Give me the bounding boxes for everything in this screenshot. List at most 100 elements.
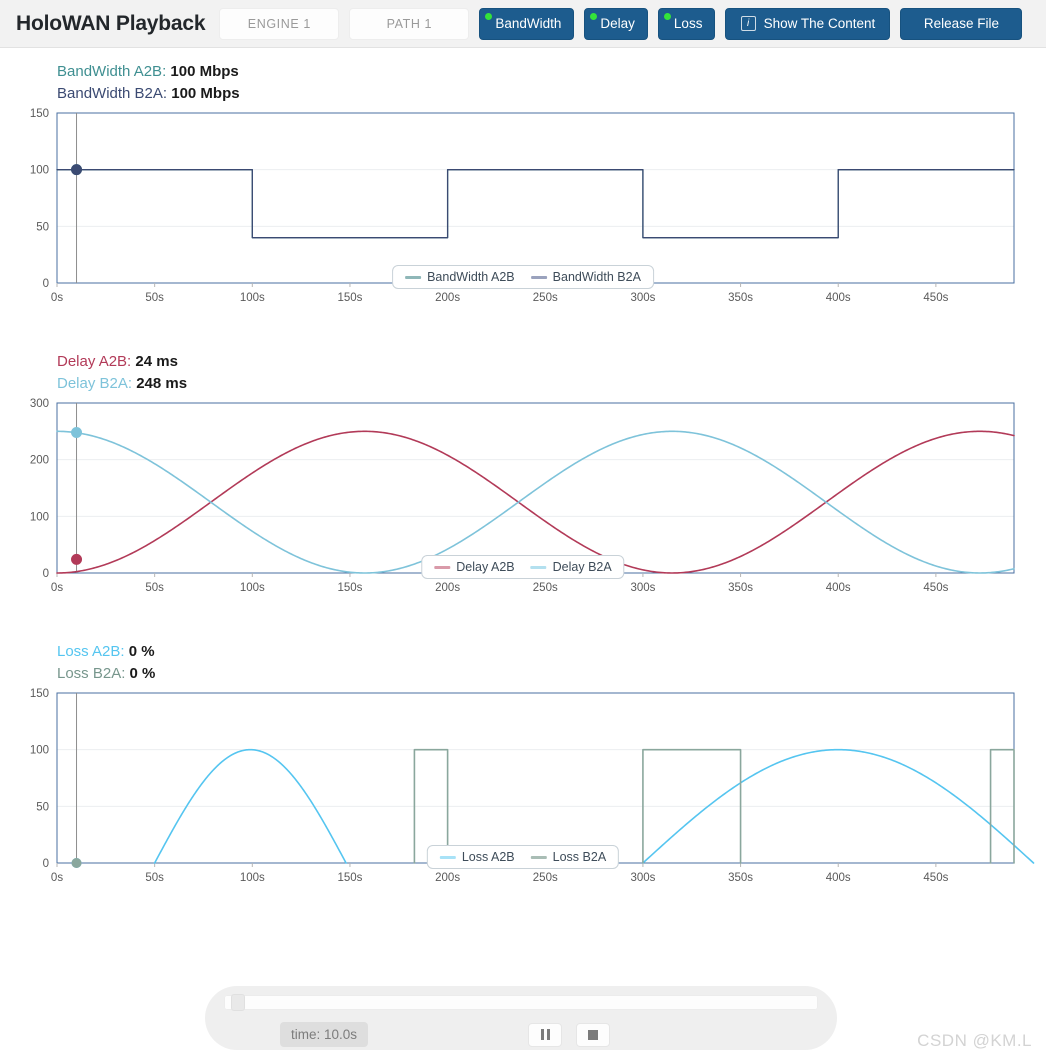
bandwidth-b2a-label: BandWidth B2A: xyxy=(57,85,168,102)
svg-text:50s: 50s xyxy=(145,872,164,881)
svg-text:200s: 200s xyxy=(435,582,460,591)
app-header: HoloWAN Playback ENGINE 1 PATH 1 BandWid… xyxy=(0,0,1046,48)
delay-toggle-label: Delay xyxy=(600,16,635,31)
legend-item-loss-b2a: Loss B2A xyxy=(530,850,607,864)
playback-buttons-row: time: 10.0s xyxy=(224,1022,818,1047)
bandwidth-panel: BandWidth A2B: 100 Mbps BandWidth B2A: 1… xyxy=(0,61,1046,301)
svg-text:100s: 100s xyxy=(240,582,265,591)
status-dot-icon xyxy=(485,12,493,20)
delay-readout: Delay A2B: 24 ms Delay B2A: 248 ms xyxy=(0,351,1046,395)
playback-slider-handle[interactable] xyxy=(230,994,245,1011)
legend-swatch-icon xyxy=(530,565,547,569)
svg-text:100s: 100s xyxy=(240,872,265,881)
legend-label: BandWidth B2A xyxy=(552,270,641,284)
svg-text:350s: 350s xyxy=(728,582,753,591)
path-selector[interactable]: PATH 1 xyxy=(349,7,470,40)
svg-text:150s: 150s xyxy=(337,872,362,881)
legend-label: BandWidth A2B xyxy=(427,270,515,284)
loss-panel: Loss A2B: 0 % Loss B2A: 0 % 0 50 100 150 0s 5… xyxy=(0,641,1046,881)
svg-text:100: 100 xyxy=(30,745,49,757)
app-title: HoloWAN Playback xyxy=(16,11,206,35)
bandwidth-chart[interactable]: 0 50 100 150 0s 50s 100s 150s 200s 250s 300s 350s 40… xyxy=(0,105,1046,301)
loss-toggle-label: Loss xyxy=(673,16,703,31)
delay-a2b-readout: Delay A2B: 24 ms xyxy=(57,351,1046,373)
svg-text:450s: 450s xyxy=(923,292,948,301)
svg-text:200s: 200s xyxy=(435,292,460,301)
delay-b2a-value: 248 ms xyxy=(136,375,188,392)
loss-a2b-readout: Loss A2B: 0 % xyxy=(57,641,1046,663)
delay-chart[interactable]: 0 100 200 300 0s 50s 100s 150s 200s 250s 300s 350s 4… xyxy=(0,395,1046,591)
delay-b2a-readout: Delay B2A: 248 ms xyxy=(57,373,1046,395)
svg-text:150: 150 xyxy=(30,108,49,120)
delay-panel: Delay A2B: 24 ms Delay B2A: 248 ms 0 100 2… xyxy=(0,351,1046,591)
legend-label: Delay A2B xyxy=(456,560,515,574)
release-file-button[interactable]: Release File xyxy=(900,7,1023,40)
svg-text:250s: 250s xyxy=(533,872,558,881)
loss-b2a-value: 0 % xyxy=(129,665,156,682)
svg-text:50s: 50s xyxy=(145,292,164,301)
svg-text:150s: 150s xyxy=(337,292,362,301)
delay-a2b-value: 24 ms xyxy=(135,353,178,370)
bandwidth-legend: BandWidth A2B BandWidth B2A xyxy=(392,265,654,289)
svg-text:0s: 0s xyxy=(51,292,63,301)
engine-label: ENGINE 1 xyxy=(247,16,311,31)
pause-icon xyxy=(540,1029,550,1040)
svg-text:50: 50 xyxy=(36,221,49,233)
svg-text:100s: 100s xyxy=(240,292,265,301)
legend-label: Loss B2A xyxy=(552,850,607,864)
status-dot-icon xyxy=(663,12,671,20)
status-dot-icon xyxy=(590,12,598,20)
svg-text:300s: 300s xyxy=(630,872,655,881)
svg-text:250s: 250s xyxy=(533,292,558,301)
engine-selector[interactable]: ENGINE 1 xyxy=(219,7,340,40)
legend-item-bandwidth-b2a: BandWidth B2A xyxy=(530,270,641,284)
show-the-content-button[interactable]: i Show The Content xyxy=(725,7,891,40)
delay-toggle-button[interactable]: Delay xyxy=(584,7,648,40)
svg-text:0s: 0s xyxy=(51,872,63,881)
bandwidth-b2a-value: 100 Mbps xyxy=(171,85,240,102)
loss-b2a-readout: Loss B2A: 0 % xyxy=(57,663,1046,685)
svg-text:300s: 300s xyxy=(630,582,655,591)
stop-icon xyxy=(588,1029,599,1040)
svg-text:100: 100 xyxy=(30,165,49,177)
legend-label: Delay B2A xyxy=(552,560,612,574)
legend-swatch-icon xyxy=(405,275,422,279)
bandwidth-toggle-button[interactable]: BandWidth xyxy=(479,7,575,40)
loss-a2b-value: 0 % xyxy=(128,643,155,660)
bandwidth-b2a-readout: BandWidth B2A: 100 Mbps xyxy=(57,83,1046,105)
svg-text:400s: 400s xyxy=(826,292,851,301)
bandwidth-a2b-readout: BandWidth A2B: 100 Mbps xyxy=(57,61,1046,83)
legend-swatch-icon xyxy=(530,855,547,859)
svg-text:0s: 0s xyxy=(51,582,63,591)
svg-text:400s: 400s xyxy=(826,582,851,591)
watermark: CSDN @KM.L xyxy=(917,1031,1032,1050)
pause-button[interactable] xyxy=(528,1022,563,1047)
loss-toggle-button[interactable]: Loss xyxy=(657,7,716,40)
loss-readout: Loss A2B: 0 % Loss B2A: 0 % xyxy=(0,641,1046,685)
legend-swatch-icon xyxy=(439,855,456,859)
bandwidth-a2b-value: 100 Mbps xyxy=(170,63,239,80)
svg-text:50: 50 xyxy=(36,801,49,813)
delay-a2b-label: Delay A2B: xyxy=(57,353,132,370)
bandwidth-toggle-label: BandWidth xyxy=(495,16,562,31)
svg-text:300: 300 xyxy=(30,398,49,410)
svg-text:0: 0 xyxy=(43,278,49,290)
show-the-content-label: Show The Content xyxy=(763,16,876,31)
svg-text:100: 100 xyxy=(30,511,49,523)
path-label: PATH 1 xyxy=(386,16,433,31)
loss-b2a-label: Loss B2A: xyxy=(57,665,126,682)
stop-button[interactable] xyxy=(576,1022,611,1047)
legend-item-delay-a2b: Delay A2B xyxy=(434,560,515,574)
legend-item-delay-b2a: Delay B2A xyxy=(530,560,612,574)
playback-slider[interactable] xyxy=(224,994,818,1011)
svg-text:200: 200 xyxy=(30,455,49,467)
legend-label: Loss A2B xyxy=(461,850,515,864)
loss-chart[interactable]: 0 50 100 150 0s 50s 100s 150s 200s 250s 300s 350s 40… xyxy=(0,685,1046,881)
svg-text:150s: 150s xyxy=(337,582,362,591)
legend-swatch-icon xyxy=(530,275,547,279)
svg-text:0: 0 xyxy=(43,858,49,870)
legend-swatch-icon xyxy=(434,565,451,569)
svg-text:250s: 250s xyxy=(533,582,558,591)
bandwidth-readout: BandWidth A2B: 100 Mbps BandWidth B2A: 1… xyxy=(0,61,1046,105)
svg-text:350s: 350s xyxy=(728,872,753,881)
